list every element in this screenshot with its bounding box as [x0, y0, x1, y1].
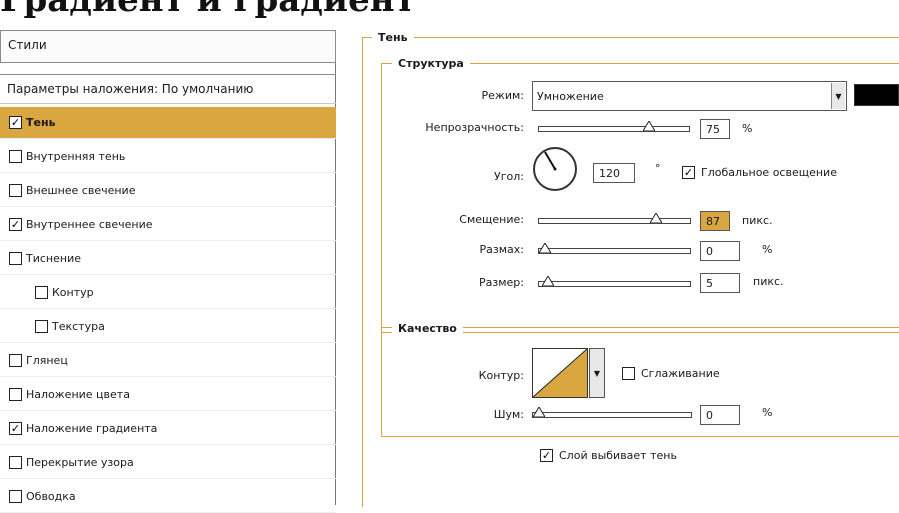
size-slider[interactable]	[538, 276, 691, 287]
distance-slider[interactable]	[538, 213, 691, 224]
list-item[interactable]: Контур	[0, 277, 336, 309]
list-item-label: Тиснение	[26, 252, 81, 265]
styles-header-label: Стили	[8, 38, 47, 52]
opacity-unit: %	[742, 122, 753, 135]
list-item-label: Глянец	[26, 354, 68, 367]
distance-label: Смещение:	[459, 213, 524, 226]
list-item-label: Наложение цвета	[26, 388, 130, 401]
knockout-label: Слой выбивает тень	[559, 449, 677, 462]
noise-slider-thumb-icon[interactable]	[533, 407, 545, 417]
antialias-label: Сглаживание	[641, 367, 720, 380]
checkbox[interactable]	[9, 490, 22, 503]
blending-options-item[interactable]: Параметры наложения: По умолчанию	[0, 74, 336, 104]
list-item[interactable]: ✓ Тень	[0, 107, 336, 139]
list-item-label: Внешнее свечение	[26, 184, 136, 197]
checkbox[interactable]	[9, 184, 22, 197]
effect-settings-panel: Тень Структура Режим: Умножение ▼ Непроз…	[362, 30, 899, 507]
checkbox[interactable]	[9, 252, 22, 265]
list-item[interactable]: Перекрытие узора	[0, 447, 336, 479]
knockout-checkbox[interactable]: ✓	[540, 449, 553, 462]
antialias-checkbox[interactable]	[622, 367, 635, 380]
opacity-slider[interactable]	[538, 121, 690, 132]
checkbox[interactable]	[35, 286, 48, 299]
spread-input[interactable]: 0	[700, 241, 740, 261]
list-item[interactable]: Текстура	[0, 311, 336, 343]
contour-preview[interactable]	[532, 348, 588, 398]
list-item-label: Тень	[26, 116, 56, 129]
angle-input[interactable]: 120	[593, 163, 635, 183]
angle-needle-icon	[544, 151, 557, 171]
angle-label: Угол:	[494, 170, 524, 183]
blending-options-label: Параметры наложения: По умолчанию	[7, 82, 254, 96]
checkbox[interactable]	[9, 388, 22, 401]
checkbox[interactable]	[9, 354, 22, 367]
noise-slider[interactable]	[532, 407, 692, 418]
distance-input[interactable]: 87	[700, 211, 730, 231]
chevron-down-icon: ▼	[593, 368, 601, 378]
angle-dial[interactable]	[533, 147, 577, 191]
mode-select[interactable]: Умножение ▼	[532, 81, 847, 111]
global-light-checkbox[interactable]: ✓	[682, 166, 695, 179]
structure-section-title: Структура	[392, 57, 470, 70]
list-item[interactable]: ✓ Внутреннее свечение	[0, 209, 336, 241]
opacity-input[interactable]: 75	[700, 119, 730, 139]
contour-preview-icon	[532, 348, 588, 398]
checkbox[interactable]: ✓	[9, 422, 22, 435]
noise-unit: %	[762, 406, 773, 419]
checkbox[interactable]: ✓	[9, 116, 22, 129]
spread-label: Размах:	[479, 243, 524, 256]
checkbox[interactable]	[9, 456, 22, 469]
shadow-section-title: Тень	[372, 31, 414, 44]
distance-slider-thumb-icon[interactable]	[650, 213, 663, 223]
global-light-checkbox-row[interactable]: ✓ Глобальное освещение	[682, 166, 837, 179]
contour-label: Контур:	[478, 369, 524, 382]
opacity-label: Непрозрачность:	[425, 121, 524, 134]
global-light-label: Глобальное освещение	[701, 166, 837, 179]
checkbox[interactable]	[35, 320, 48, 333]
angle-unit: °	[655, 162, 661, 175]
list-item[interactable]: Внутренняя тень	[0, 141, 336, 173]
mode-label: Режим:	[481, 89, 524, 102]
list-item[interactable]: ✓ Наложение градиента	[0, 413, 336, 445]
mode-value: Умножение	[537, 89, 604, 103]
page-heading: Градиент и градиент	[0, 0, 416, 20]
size-slider-thumb-icon[interactable]	[541, 276, 554, 286]
quality-section-title: Качество	[392, 322, 463, 335]
spread-slider[interactable]	[538, 243, 691, 254]
list-item-label: Перекрытие узора	[26, 456, 134, 469]
styles-list-panel: Стили Параметры наложения: По умолчанию …	[0, 30, 336, 513]
knockout-checkbox-row[interactable]: ✓ Слой выбивает тень	[540, 449, 677, 462]
list-item-label: Текстура	[52, 320, 105, 333]
spread-unit: %	[762, 243, 773, 256]
size-label: Размер:	[479, 276, 524, 289]
checkbox[interactable]	[9, 150, 22, 163]
styles-header[interactable]: Стили	[0, 30, 336, 63]
spread-slider-thumb-icon[interactable]	[539, 243, 551, 253]
list-item-label: Обводка	[26, 490, 76, 503]
shadow-color-swatch[interactable]	[854, 84, 899, 106]
list-item[interactable]: Глянец	[0, 345, 336, 377]
contour-dropdown[interactable]: ▼	[589, 348, 605, 398]
list-item-label: Внутренняя тень	[26, 150, 126, 163]
size-unit: пикс.	[753, 275, 784, 288]
list-item[interactable]: Наложение цвета	[0, 379, 336, 411]
list-item[interactable]: Внешнее свечение	[0, 175, 336, 207]
chevron-down-icon[interactable]: ▼	[831, 83, 845, 109]
list-item-label: Внутреннее свечение	[26, 218, 153, 231]
noise-label: Шум:	[493, 408, 524, 421]
list-item[interactable]: Тиснение	[0, 243, 336, 275]
list-item[interactable]: Обводка	[0, 481, 336, 513]
antialias-checkbox-row[interactable]: Сглаживание	[622, 367, 720, 380]
distance-unit: пикс.	[742, 214, 773, 227]
list-item-label: Контур	[52, 286, 94, 299]
opacity-slider-thumb-icon[interactable]	[642, 121, 655, 131]
checkbox[interactable]: ✓	[9, 218, 22, 231]
size-input[interactable]: 5	[700, 273, 740, 293]
noise-input[interactable]: 0	[700, 405, 740, 425]
list-item-label: Наложение градиента	[26, 422, 158, 435]
